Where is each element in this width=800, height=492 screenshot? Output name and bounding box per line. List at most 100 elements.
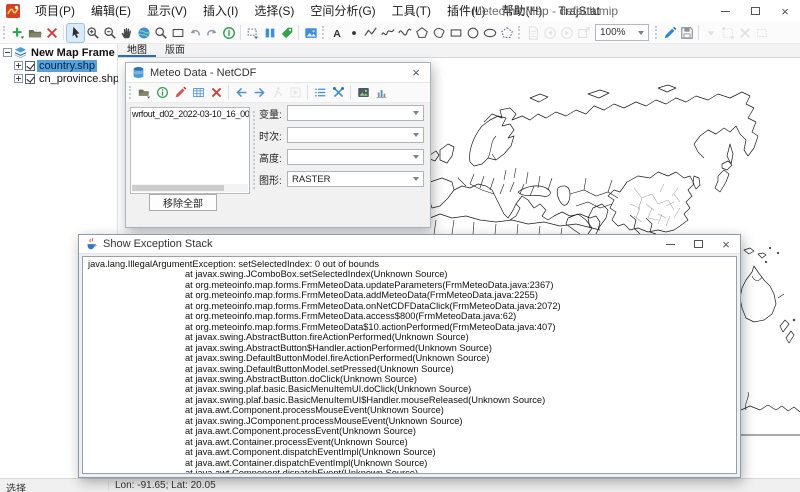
- scrollbar-thumb[interactable]: [132, 185, 224, 191]
- zoom-level-combo[interactable]: 100%: [595, 24, 649, 41]
- tree-item-layer[interactable]: country.shp: [0, 59, 117, 72]
- stack-trace-area[interactable]: java.lang.IllegalArgumentException: setS…: [82, 256, 737, 474]
- rectangle-tool-icon[interactable]: [447, 24, 464, 42]
- remove-data-icon[interactable]: [207, 84, 225, 102]
- toolbar-grip[interactable]: [322, 26, 324, 39]
- tab-layout[interactable]: 版面: [156, 44, 194, 57]
- select-polygon-tool-icon[interactable]: [498, 24, 515, 42]
- variable-list-icon[interactable]: [311, 84, 329, 102]
- prev-view-icon: [541, 24, 558, 42]
- layer-visibility-checkbox[interactable]: [25, 61, 35, 71]
- report-icon: [524, 24, 541, 42]
- curve-tool-icon[interactable]: [396, 24, 413, 42]
- create-image-icon[interactable]: [354, 84, 372, 102]
- field-combobox[interactable]: [287, 149, 424, 165]
- netcdf-dialog-titlebar[interactable]: Meteo Data - NetCDF ×: [126, 63, 430, 83]
- menu-item[interactable]: 选择(S): [246, 0, 302, 22]
- circle-tool-icon[interactable]: [464, 24, 481, 42]
- toolbar-grip[interactable]: [3, 26, 5, 39]
- select-features-icon[interactable]: [244, 24, 261, 42]
- minimize-icon: [666, 244, 675, 245]
- prev-time-icon[interactable]: [232, 84, 250, 102]
- select-tool-icon[interactable]: [67, 24, 84, 42]
- menu-item[interactable]: 编辑(E): [83, 0, 139, 22]
- data-file-list[interactable]: wrfout_d02_2022-03-10_16_00_00: [130, 107, 250, 194]
- data-info-icon[interactable]: [153, 84, 171, 102]
- zoom-to-layer-icon[interactable]: [152, 24, 169, 42]
- attribute-table-icon[interactable]: [261, 24, 278, 42]
- netcdf-close-button[interactable]: ×: [402, 63, 430, 82]
- tab-map[interactable]: 地图: [118, 44, 156, 57]
- exception-dialog-titlebar[interactable]: Show Exception Stack ×: [79, 235, 740, 254]
- minimize-button[interactable]: [710, 0, 740, 22]
- polygon-tool-icon[interactable]: [413, 24, 430, 42]
- insert-image-icon[interactable]: [302, 24, 319, 42]
- edit-pencil-icon[interactable]: [661, 24, 678, 42]
- draw-data-icon[interactable]: [171, 84, 189, 102]
- ellipse-tool-icon[interactable]: [481, 24, 498, 42]
- expand-icon[interactable]: [14, 74, 23, 83]
- label-icon[interactable]: [278, 24, 295, 42]
- horizontal-scrollbar[interactable]: [132, 184, 248, 192]
- maximize-button[interactable]: [740, 0, 770, 22]
- exception-minimize-button[interactable]: [656, 235, 684, 253]
- create-chart-icon[interactable]: [372, 84, 390, 102]
- open-data-icon[interactable]: [135, 84, 153, 102]
- toolbar-grip[interactable]: [655, 26, 657, 39]
- tree-item-label: cn_province.shp: [37, 73, 121, 85]
- field-combobox[interactable]: [287, 127, 424, 143]
- menu-item[interactable]: 项目(P): [27, 0, 83, 22]
- freehand-tool-icon[interactable]: [379, 24, 396, 42]
- tree-item-label: country.shp: [37, 60, 97, 72]
- step-icon: [286, 84, 304, 102]
- window-controls: ×: [710, 0, 800, 22]
- tree-item-layer[interactable]: cn_province.shp: [0, 72, 117, 85]
- netcdf-fields: 变量:时次:高度:图形:RASTER: [259, 105, 424, 193]
- remove-layer-icon[interactable]: [43, 24, 60, 42]
- layer-visibility-checkbox[interactable]: [25, 74, 35, 84]
- menu-item[interactable]: 显示(V): [139, 0, 195, 22]
- toolbar-grip[interactable]: [518, 26, 520, 39]
- animate-icon: [268, 84, 286, 102]
- redo-zoom-icon[interactable]: [203, 24, 220, 42]
- freehand-polygon-tool-icon[interactable]: [430, 24, 447, 42]
- zoom-in-icon[interactable]: [84, 24, 101, 42]
- minimize-icon: [721, 11, 730, 12]
- toolbar-grip[interactable]: [129, 86, 131, 99]
- zoom-out-icon[interactable]: [101, 24, 118, 42]
- full-extent-icon[interactable]: [135, 24, 152, 42]
- point-tool-icon[interactable]: [345, 24, 362, 42]
- stack-trace-line: at org.meteoinfo.map.forms.FrmMeteoData.…: [88, 311, 736, 321]
- zoom-rectangle-icon[interactable]: [169, 24, 186, 42]
- exception-close-button[interactable]: ×: [712, 235, 740, 253]
- settings-icon[interactable]: [329, 84, 347, 102]
- remove-all-button[interactable]: 移除全部: [149, 194, 217, 211]
- identify-icon[interactable]: [220, 24, 237, 42]
- menu-item[interactable]: 插入(I): [195, 0, 246, 22]
- netcdf-toolbar: [126, 83, 430, 103]
- collapse-icon[interactable]: [3, 48, 12, 57]
- field-combobox[interactable]: [287, 105, 424, 121]
- splitter-handle[interactable]: [253, 111, 255, 189]
- undo-zoom-icon[interactable]: [186, 24, 203, 42]
- open-file-icon[interactable]: [26, 24, 43, 42]
- exception-maximize-button[interactable]: [684, 235, 712, 253]
- menu-item[interactable]: 工具(T): [384, 0, 439, 22]
- pan-icon[interactable]: [118, 24, 135, 42]
- add-layer-icon[interactable]: [9, 24, 26, 42]
- dropdown-caret-icon: [702, 24, 719, 42]
- save-icon[interactable]: [678, 24, 695, 42]
- close-button[interactable]: ×: [770, 0, 800, 22]
- data-table-icon[interactable]: [189, 84, 207, 102]
- map-frame-icon: [14, 47, 27, 58]
- next-time-icon[interactable]: [250, 84, 268, 102]
- expand-icon[interactable]: [14, 61, 23, 70]
- exception-dialog: Show Exception Stack × java.lang.Illegal…: [78, 234, 741, 478]
- data-file-item[interactable]: wrfout_d02_2022-03-10_16_00_00: [131, 108, 249, 120]
- text-tool-icon[interactable]: A: [328, 24, 345, 42]
- polyline-tool-icon[interactable]: [362, 24, 379, 42]
- menu-item[interactable]: 空间分析(G): [302, 0, 383, 22]
- stack-trace-line: at org.meteoinfo.map.forms.FrmMeteoData.…: [88, 301, 736, 311]
- tree-item-map-frame[interactable]: New Map Frame: [0, 46, 117, 59]
- field-combobox[interactable]: RASTER: [287, 171, 424, 187]
